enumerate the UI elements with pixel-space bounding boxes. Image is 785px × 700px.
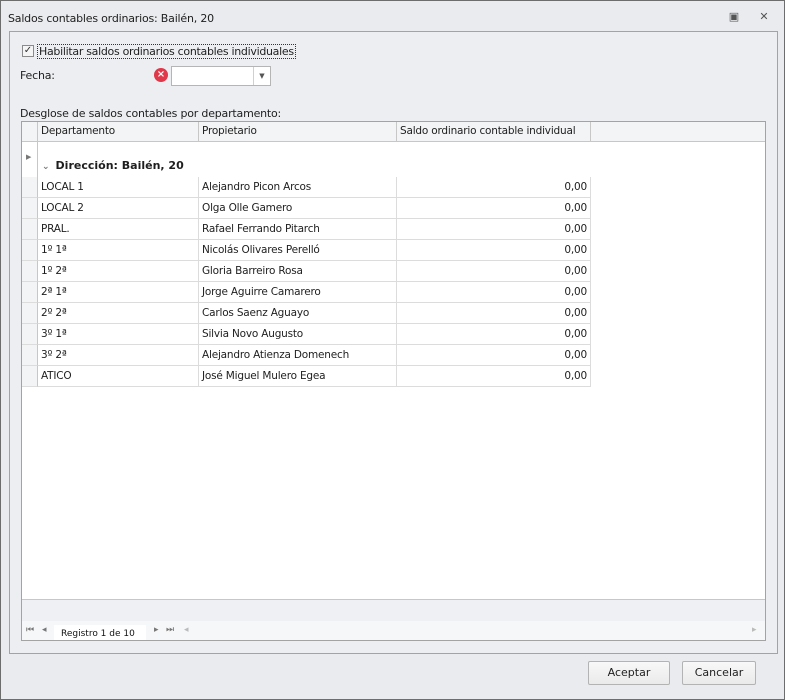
- window-title: Saldos contables ordinarios: Bailén, 20: [8, 12, 214, 25]
- table-row[interactable]: PRAL. Rafael Ferrando Pitarch 0,00: [22, 219, 591, 240]
- row-indicator[interactable]: [22, 303, 38, 324]
- record-counter: Registro 1 de 10: [54, 625, 146, 640]
- column-header-departamento[interactable]: Departamento: [38, 122, 199, 142]
- row-indicator[interactable]: [22, 324, 38, 345]
- row-pointer-icon: ▶: [26, 153, 32, 161]
- group-label: Dirección: Bailén, 20: [55, 159, 184, 172]
- row-indicator[interactable]: [22, 198, 38, 219]
- cell-propietario[interactable]: Silvia Novo Augusto: [199, 324, 397, 345]
- row-indicator[interactable]: [22, 282, 38, 303]
- close-icon[interactable]: ✕: [757, 10, 771, 24]
- enable-checkbox-label[interactable]: Habilitar saldos ordinarios contables in…: [37, 44, 296, 59]
- cell-saldo[interactable]: 0,00: [397, 198, 591, 219]
- cell-propietario[interactable]: Alejandro Picon Arcos: [199, 177, 397, 198]
- accept-button[interactable]: Aceptar: [588, 661, 670, 685]
- cell-saldo[interactable]: 0,00: [397, 366, 591, 387]
- cell-departamento[interactable]: 2º 2ª: [38, 303, 199, 324]
- cell-saldo[interactable]: 0,00: [397, 240, 591, 261]
- cell-departamento[interactable]: PRAL.: [38, 219, 199, 240]
- cell-saldo[interactable]: 0,00: [397, 324, 591, 345]
- header-indicator: [22, 122, 38, 142]
- prev-record-icon[interactable]: ◂: [42, 625, 47, 635]
- table-row[interactable]: LOCAL 2 Olga Olle Gamero 0,00: [22, 198, 591, 219]
- table-row[interactable]: LOCAL 1 Alejandro Picon Arcos 0,00: [22, 177, 591, 198]
- last-record-icon[interactable]: ⏭: [166, 625, 174, 635]
- table-row[interactable]: ATICO José Miguel Mulero Egea 0,00: [22, 366, 591, 387]
- row-indicator: ▶: [22, 142, 38, 177]
- grid-navigator: ⏮ ◂ Registro 1 de 10 ▸ ⏭ ◂ ▸: [22, 621, 765, 640]
- table-row[interactable]: 2ª 1ª Jorge Aguirre Camarero 0,00: [22, 282, 591, 303]
- table-row[interactable]: 3º 1ª Silvia Novo Augusto 0,00: [22, 324, 591, 345]
- row-indicator[interactable]: [22, 366, 38, 387]
- cell-propietario[interactable]: Olga Olle Gamero: [199, 198, 397, 219]
- restore-icon[interactable]: ▣: [727, 10, 741, 24]
- first-record-icon[interactable]: ⏮: [26, 625, 34, 635]
- balances-grid: Departamento Propietario Saldo ordinario…: [21, 121, 766, 641]
- cell-propietario[interactable]: Gloria Barreiro Rosa: [199, 261, 397, 282]
- grid-footer: [22, 599, 765, 621]
- row-indicator[interactable]: [22, 240, 38, 261]
- cell-departamento[interactable]: 1º 2ª: [38, 261, 199, 282]
- cell-departamento[interactable]: 3º 1ª: [38, 324, 199, 345]
- cell-saldo[interactable]: 0,00: [397, 345, 591, 366]
- table-row[interactable]: 3º 2ª Alejandro Atienza Domenech 0,00: [22, 345, 591, 366]
- cell-propietario[interactable]: José Miguel Mulero Egea: [199, 366, 397, 387]
- date-label: Fecha:: [20, 69, 55, 82]
- row-indicator[interactable]: [22, 261, 38, 282]
- enable-checkbox[interactable]: ✓: [22, 45, 34, 57]
- cell-saldo[interactable]: 0,00: [397, 177, 591, 198]
- cell-departamento[interactable]: 3º 2ª: [38, 345, 199, 366]
- dialog-window: Saldos contables ordinarios: Bailén, 20 …: [0, 0, 785, 700]
- table-row[interactable]: 1º 2ª Gloria Barreiro Rosa 0,00: [22, 261, 591, 282]
- cell-departamento[interactable]: 1º 1ª: [38, 240, 199, 261]
- grid-header: Departamento Propietario Saldo ordinario…: [22, 122, 765, 142]
- chevron-down-icon[interactable]: ▼: [253, 67, 270, 85]
- cell-saldo[interactable]: 0,00: [397, 303, 591, 324]
- cell-departamento[interactable]: 2ª 1ª: [38, 282, 199, 303]
- cell-saldo[interactable]: 0,00: [397, 219, 591, 240]
- row-indicator[interactable]: [22, 219, 38, 240]
- column-header-propietario[interactable]: Propietario: [199, 122, 397, 142]
- cell-saldo[interactable]: 0,00: [397, 282, 591, 303]
- scroll-right-icon[interactable]: ▸: [752, 625, 757, 635]
- group-row[interactable]: ⌄ Dirección: Bailén, 20: [38, 159, 184, 172]
- table-row[interactable]: 1º 1ª Nicolás Olivares Perelló 0,00: [22, 240, 591, 261]
- cell-saldo[interactable]: 0,00: [397, 261, 591, 282]
- cell-departamento[interactable]: LOCAL 1: [38, 177, 199, 198]
- date-input[interactable]: ▼: [171, 66, 271, 86]
- cell-propietario[interactable]: Alejandro Atienza Domenech: [199, 345, 397, 366]
- cell-departamento[interactable]: LOCAL 2: [38, 198, 199, 219]
- next-record-icon[interactable]: ▸: [154, 625, 159, 635]
- cell-propietario[interactable]: Carlos Saenz Aguayo: [199, 303, 397, 324]
- cell-propietario[interactable]: Nicolás Olivares Perelló: [199, 240, 397, 261]
- cell-departamento[interactable]: ATICO: [38, 366, 199, 387]
- column-header-saldo[interactable]: Saldo ordinario contable individual: [397, 122, 591, 142]
- chevron-down-icon[interactable]: ⌄: [42, 162, 50, 172]
- scroll-left-icon[interactable]: ◂: [184, 625, 189, 635]
- row-indicator[interactable]: [22, 177, 38, 198]
- error-icon: ×: [154, 68, 168, 82]
- breakdown-label: Desglose de saldos contables por departa…: [20, 107, 282, 120]
- cancel-button[interactable]: Cancelar: [682, 661, 756, 685]
- cell-propietario[interactable]: Jorge Aguirre Camarero: [199, 282, 397, 303]
- table-row[interactable]: 2º 2ª Carlos Saenz Aguayo 0,00: [22, 303, 591, 324]
- row-indicator[interactable]: [22, 345, 38, 366]
- cell-propietario[interactable]: Rafael Ferrando Pitarch: [199, 219, 397, 240]
